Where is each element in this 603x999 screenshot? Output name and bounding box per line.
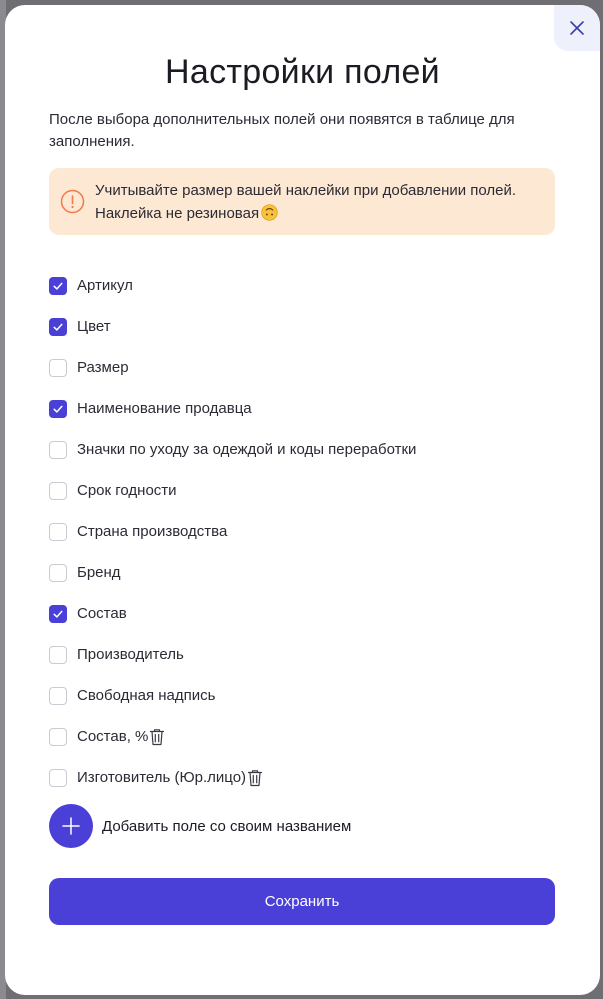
field-checkbox[interactable] xyxy=(49,563,67,582)
field-checkbox[interactable] xyxy=(49,481,67,500)
field-settings-modal: Настройки полей После выбора дополнитель… xyxy=(5,5,600,995)
field-label: Наименование продавца xyxy=(77,400,252,417)
field-row[interactable]: Страна производства xyxy=(49,511,569,552)
field-checkbox[interactable] xyxy=(49,522,67,541)
field-row[interactable]: Значки по уходу за одеждой и коды перера… xyxy=(49,429,569,470)
close-icon xyxy=(570,21,584,35)
field-checkbox[interactable] xyxy=(49,686,67,705)
field-label: Артикул xyxy=(77,277,133,294)
warning-banner: Учитывайте размер вашей наклейки при доб… xyxy=(49,168,555,235)
trash-icon[interactable] xyxy=(149,728,165,746)
info-icon xyxy=(60,189,85,214)
checkmark-icon xyxy=(53,405,63,413)
field-row[interactable]: Срок годности xyxy=(49,470,569,511)
save-button[interactable]: Сохранить xyxy=(49,878,555,925)
field-row[interactable]: Наименование продавца xyxy=(49,388,569,429)
plus-icon xyxy=(62,817,80,835)
trash-icon[interactable] xyxy=(247,769,263,787)
add-field-label: Добавить поле со своим названием xyxy=(102,817,352,835)
field-row[interactable]: Свободная надпись xyxy=(49,675,569,716)
upside-down-face-emoji xyxy=(261,204,278,221)
field-checkbox[interactable] xyxy=(49,317,67,336)
field-row[interactable]: Изготовитель (Юр.лицо) xyxy=(49,757,569,798)
field-label: Значки по уходу за одеждой и коды перера… xyxy=(77,441,417,458)
add-custom-field-button[interactable]: Добавить поле со своим названием xyxy=(49,804,351,848)
field-checkbox[interactable] xyxy=(49,727,67,746)
warning-text: Учитывайте размер вашей наклейки при доб… xyxy=(95,182,517,222)
field-checkbox[interactable] xyxy=(49,358,67,377)
modal-title: Настройки полей xyxy=(165,53,440,91)
field-label: Производитель xyxy=(77,646,184,663)
close-button[interactable] xyxy=(554,5,600,51)
field-row[interactable]: Артикул xyxy=(49,265,569,306)
field-checkbox[interactable] xyxy=(49,768,67,787)
checkmark-icon xyxy=(53,282,63,290)
fields-list: Артикул Цвет Размер Наименование продавца Зн… xyxy=(49,265,569,798)
checkmark-icon xyxy=(53,323,63,331)
add-circle[interactable] xyxy=(49,804,93,848)
modal-description: После выбора дополнительных полей они по… xyxy=(49,111,515,150)
field-label: Бренд xyxy=(77,564,121,581)
field-label: Свободная надпись xyxy=(77,687,216,704)
checkmark-icon xyxy=(53,610,63,618)
field-row[interactable]: Состав xyxy=(49,593,569,634)
field-checkbox[interactable] xyxy=(49,399,67,418)
field-label: Страна производства xyxy=(77,523,228,540)
field-label: Размер xyxy=(77,359,129,376)
warning-text-wrap: Учитывайте размер вашей наклейки при доб… xyxy=(95,179,555,225)
field-row[interactable]: Производитель xyxy=(49,634,569,675)
field-label: Состав xyxy=(77,605,127,622)
field-checkbox[interactable] xyxy=(49,440,67,459)
field-row[interactable]: Бренд xyxy=(49,552,569,593)
field-checkbox[interactable] xyxy=(49,645,67,664)
field-row[interactable]: Размер xyxy=(49,347,569,388)
field-row[interactable]: Цвет xyxy=(49,306,569,347)
field-label: Изготовитель (Юр.лицо) xyxy=(77,769,247,786)
field-label: Цвет xyxy=(77,318,111,335)
field-label: Срок годности xyxy=(77,482,177,499)
field-row[interactable]: Состав, % xyxy=(49,716,569,757)
field-label: Состав, % xyxy=(77,728,149,745)
field-checkbox[interactable] xyxy=(49,276,67,295)
field-checkbox[interactable] xyxy=(49,604,67,623)
